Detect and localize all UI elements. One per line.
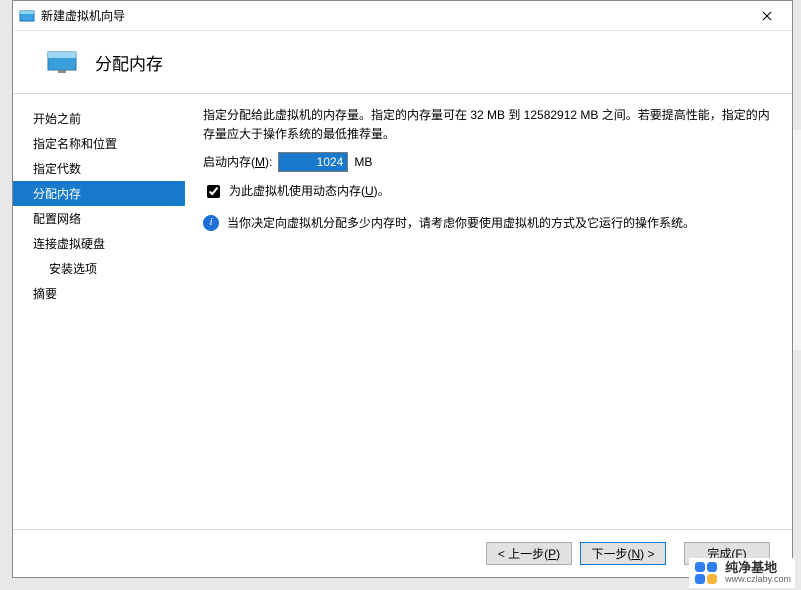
info-icon: i	[203, 215, 219, 231]
brand-sub: www.czlaby.com	[725, 575, 791, 584]
memory-field: 启动内存(M): MB	[203, 152, 772, 172]
wizard-content: 指定分配给此虚拟机的内存量。指定的内存量可在 32 MB 到 12582912 …	[189, 94, 792, 529]
sidebar-item-1[interactable]: 指定名称和位置	[33, 131, 189, 156]
dynamic-memory-label: 为此虚拟机使用动态内存(U)。	[229, 182, 390, 201]
sidebar-item-7[interactable]: 摘要	[33, 281, 189, 306]
watermark-brand: 纯净基地 www.czlaby.com	[689, 558, 795, 588]
sidebar-item-4[interactable]: 配置网络	[33, 206, 189, 231]
sidebar-item-6[interactable]: 安装选项	[33, 256, 189, 281]
description-text: 指定分配给此虚拟机的内存量。指定的内存量可在 32 MB 到 12582912 …	[203, 106, 772, 144]
wizard-body: 开始之前指定名称和位置指定代数分配内存配置网络连接虚拟硬盘安装选项摘要 指定分配…	[13, 94, 792, 529]
window-title: 新建虚拟机向导	[41, 7, 746, 24]
wizard-window: 新建虚拟机向导 分配内存 开始之前指定名称和位置指定代数分配内存配置网络连接虚拟…	[12, 0, 793, 578]
memory-label: 启动内存(M):	[203, 153, 272, 172]
background-sliver	[793, 130, 801, 350]
brand-text: 纯净基地	[725, 561, 791, 575]
sidebar-item-0[interactable]: 开始之前	[33, 106, 189, 131]
close-button[interactable]	[746, 2, 788, 30]
info-row: i 当你决定向虚拟机分配多少内存时，请考虑你要使用虚拟机的方式及它运行的操作系统…	[203, 214, 772, 233]
info-text: 当你决定向虚拟机分配多少内存时，请考虑你要使用虚拟机的方式及它运行的操作系统。	[227, 214, 695, 233]
monitor-icon	[47, 51, 77, 73]
previous-button[interactable]: < 上一步(P)	[486, 542, 572, 565]
brand-icon	[693, 560, 719, 586]
sidebar-item-5[interactable]: 连接虚拟硬盘	[33, 231, 189, 256]
app-icon	[19, 8, 35, 24]
wizard-footer: < 上一步(P) 下一步(N) > 完成(F)	[13, 529, 792, 577]
memory-input[interactable]	[278, 152, 348, 172]
sidebar-item-3[interactable]: 分配内存	[13, 181, 185, 206]
page-heading: 分配内存	[95, 50, 163, 75]
wizard-header: 分配内存	[13, 31, 792, 93]
next-button[interactable]: 下一步(N) >	[580, 542, 666, 565]
dynamic-memory-checkbox[interactable]	[207, 185, 220, 198]
wizard-sidebar: 开始之前指定名称和位置指定代数分配内存配置网络连接虚拟硬盘安装选项摘要	[13, 94, 189, 529]
titlebar: 新建虚拟机向导	[13, 1, 792, 31]
dynamic-memory-row: 为此虚拟机使用动态内存(U)。	[203, 182, 772, 201]
sidebar-item-2[interactable]: 指定代数	[33, 156, 189, 181]
memory-unit: MB	[354, 153, 372, 172]
